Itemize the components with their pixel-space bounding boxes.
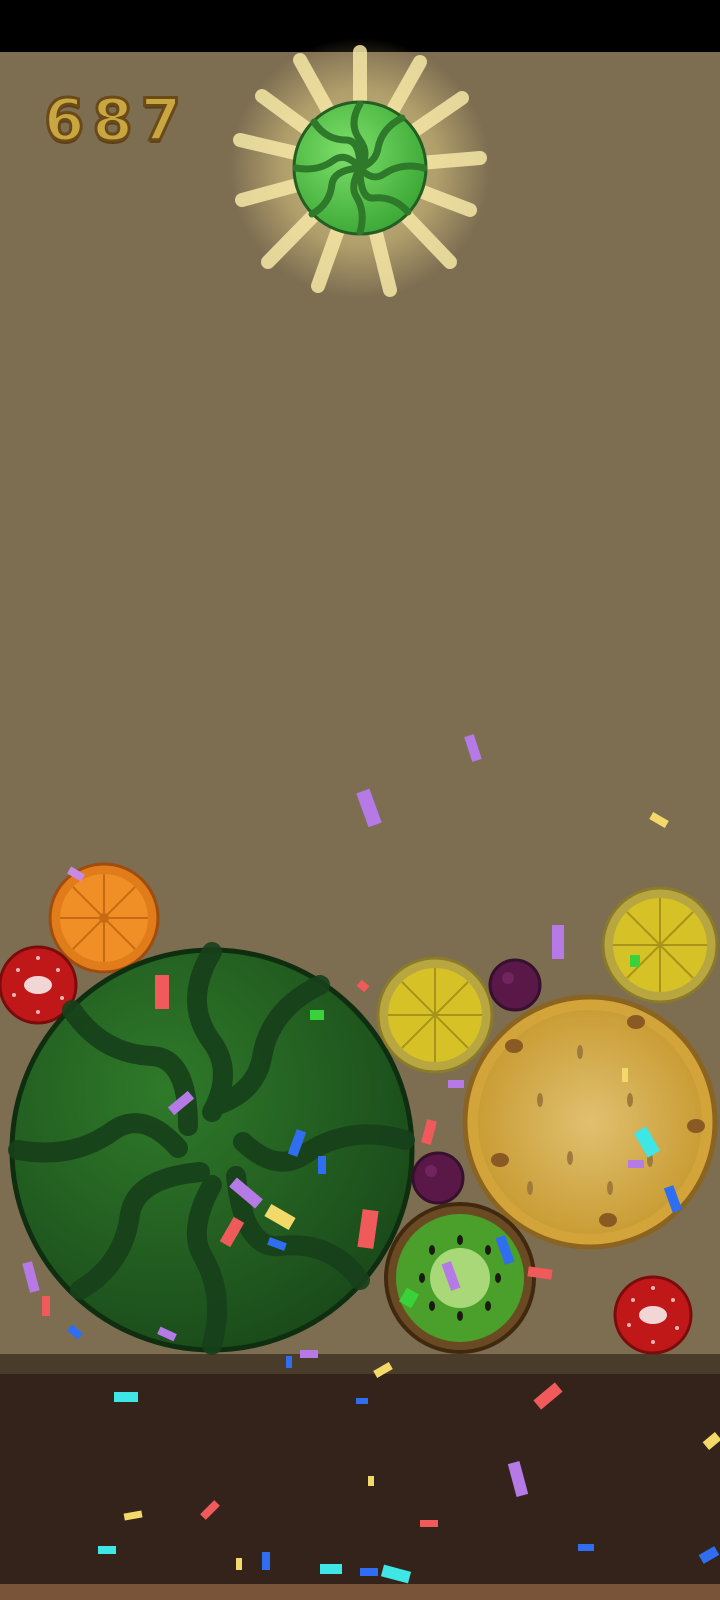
grape-fruit (488, 958, 542, 1012)
watermelon-fruit (8, 942, 415, 1355)
lemon-fruit (376, 956, 494, 1074)
strawberry-fruit (613, 1275, 693, 1355)
grape-fruit (411, 1151, 465, 1205)
lemon-fruit (601, 886, 719, 1004)
watermelon-icon (292, 100, 428, 236)
orange-fruit (48, 862, 160, 974)
kiwi-fruit (384, 1202, 536, 1354)
game-board (0, 38, 720, 1584)
